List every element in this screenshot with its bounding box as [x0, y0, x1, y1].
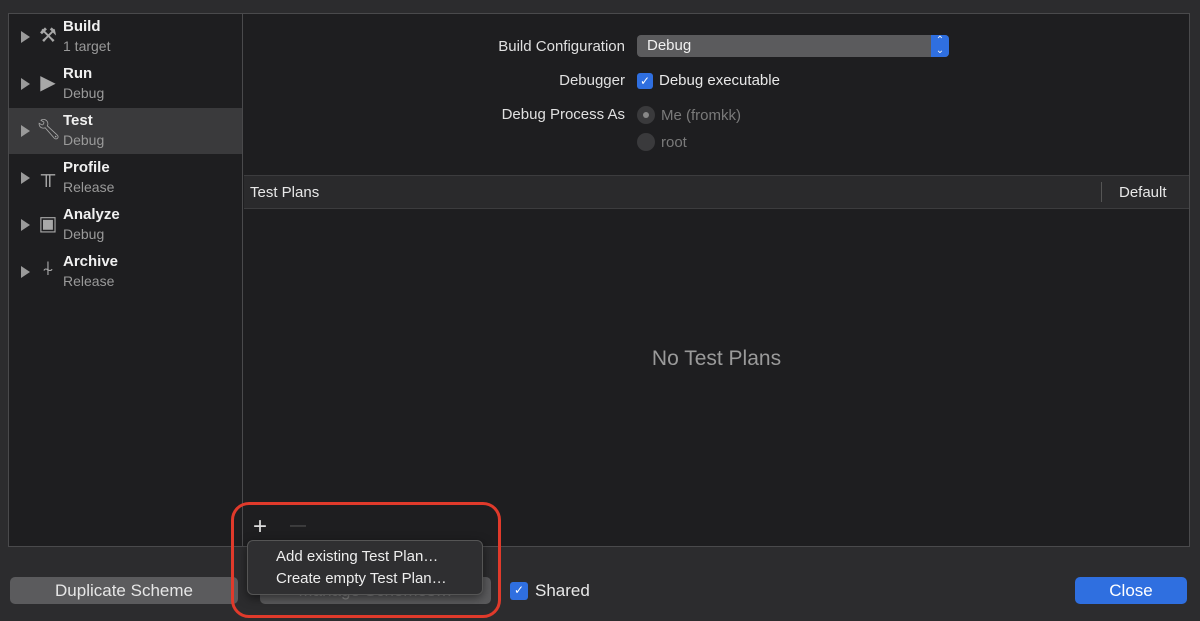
- scheme-editor-panel: ⚒ Build 1 target ▶ Run Debug 🔧︎ Test Deb…: [8, 13, 1190, 547]
- build-configuration-label: Build Configuration: [498, 38, 625, 55]
- disclosure-triangle-icon[interactable]: [21, 78, 30, 90]
- disclosure-triangle-icon[interactable]: [21, 172, 30, 184]
- radio-root[interactable]: [637, 133, 655, 151]
- test-plans-table-header: Test Plans Default: [244, 175, 1189, 209]
- sidebar-item-subtitle: Release: [63, 273, 115, 289]
- play-icon: ▶: [40, 72, 56, 94]
- disclosure-triangle-icon[interactable]: [21, 125, 30, 137]
- column-default[interactable]: Default: [1119, 184, 1167, 201]
- shared-checkbox[interactable]: ✓: [510, 582, 528, 600]
- column-test-plans[interactable]: Test Plans: [250, 184, 319, 201]
- archive-icon: ⍭: [42, 258, 54, 280]
- scheme-actions-sidebar: ⚒ Build 1 target ▶ Run Debug 🔧︎ Test Deb…: [9, 14, 243, 546]
- radio-me-label: Me (fromkk): [661, 107, 741, 124]
- close-button[interactable]: Close: [1075, 577, 1187, 604]
- sidebar-item-run[interactable]: ▶ Run Debug: [9, 61, 242, 107]
- hammer-icon: ⚒: [39, 25, 57, 47]
- sidebar-item-subtitle: 1 target: [63, 38, 111, 54]
- sidebar-item-build[interactable]: ⚒ Build 1 target: [9, 14, 242, 60]
- sidebar-item-analyze[interactable]: ▣ Analyze Debug: [9, 202, 242, 248]
- wrench-icon: 🔧︎: [36, 119, 62, 141]
- duplicate-scheme-button[interactable]: Duplicate Scheme: [10, 577, 238, 604]
- sidebar-item-title: Profile: [63, 159, 110, 176]
- shared-label: Shared: [535, 581, 590, 600]
- highlight-annotation: [231, 502, 501, 618]
- sidebar-item-archive[interactable]: ⍭ Archive Release: [9, 249, 242, 295]
- sidebar-item-title: Run: [63, 65, 93, 82]
- build-configuration-popup[interactable]: Debug ⌃ ⌄: [637, 35, 949, 57]
- sidebar-item-title: Build: [63, 18, 101, 35]
- debug-executable-checkbox[interactable]: ✓: [637, 73, 653, 89]
- disclosure-triangle-icon[interactable]: [21, 31, 30, 43]
- sidebar-item-test[interactable]: 🔧︎ Test Debug: [9, 108, 242, 154]
- build-configuration-value: Debug: [647, 37, 692, 54]
- radio-me[interactable]: [637, 106, 655, 124]
- analyze-icon: ▣: [38, 213, 58, 235]
- radio-root-label: root: [661, 134, 687, 151]
- sidebar-item-title: Analyze: [63, 206, 120, 223]
- debug-process-as-label: Debug Process As: [501, 106, 625, 123]
- column-divider: [1101, 182, 1102, 202]
- sidebar-item-subtitle: Debug: [63, 85, 105, 101]
- sidebar-item-title: Test: [63, 112, 93, 129]
- sidebar-item-profile[interactable]: ╥ Profile Release: [9, 155, 242, 201]
- test-settings: Build Configuration Debug ⌃ ⌄ Debugger ✓ …: [244, 14, 1189, 546]
- debugger-label: Debugger: [559, 72, 625, 89]
- sidebar-item-subtitle: Release: [63, 179, 115, 195]
- debug-executable-label: Debug executable: [659, 72, 780, 89]
- disclosure-triangle-icon[interactable]: [21, 266, 30, 278]
- gauge-icon: ╥: [40, 164, 56, 186]
- empty-state-text: No Test Plans: [651, 347, 782, 370]
- sidebar-item-subtitle: Debug: [63, 226, 105, 242]
- sidebar-item-title: Archive: [63, 253, 119, 270]
- sidebar-item-subtitle: Debug: [63, 132, 105, 148]
- disclosure-triangle-icon[interactable]: [21, 219, 30, 231]
- stepper-chevrons-icon: ⌃ ⌄: [931, 35, 949, 57]
